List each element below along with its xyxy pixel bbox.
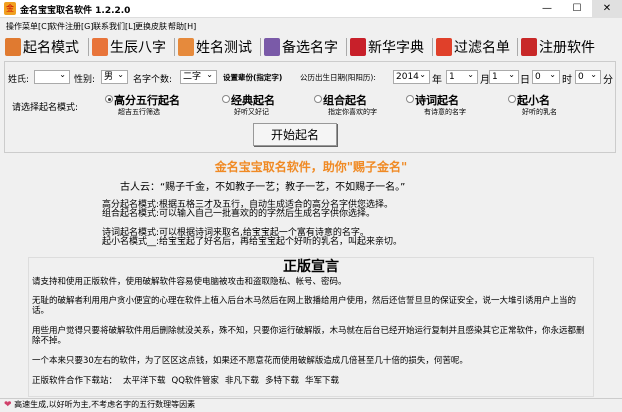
site-link[interactable]: 华军下载 <box>305 376 339 386</box>
toolbar-label: 过滤名单 <box>454 40 510 56</box>
site-link[interactable]: QQ软件管家 <box>172 376 219 386</box>
status-text: 高速生成,以好听为主,不考虑名字的五行数理等因素 <box>14 400 196 409</box>
minute-select[interactable]: 0 <box>575 69 601 84</box>
mode-label: 起小名 <box>517 94 550 107</box>
surname-select[interactable] <box>34 69 70 84</box>
count-label: 名字个数: <box>133 75 173 85</box>
year-select[interactable]: 2014 <box>393 69 430 84</box>
folder-icon <box>350 38 366 56</box>
birth-label: 公历出生日期(阳阳历): <box>300 73 376 82</box>
toolbar-label: 起名模式 <box>23 40 79 56</box>
toolbar-separator <box>432 38 433 56</box>
mode-subtitle: 指定你喜欢的字 <box>328 108 377 116</box>
generation-link[interactable]: 设置辈份(指定字) <box>223 72 282 83</box>
x-filter-icon <box>436 38 452 56</box>
headline: 金名宝宝取名软件，助你"赐子金名" <box>214 160 408 174</box>
toolbar-button-x-filter[interactable]: 过滤名单 <box>436 36 510 58</box>
toolbar-label: 姓名测试 <box>196 40 252 56</box>
minute-unit: 分 <box>603 75 613 86</box>
toolbar-separator <box>346 38 347 56</box>
declaration-paragraph: 用些用户觉得只要将破解软件用后删除就没关系，殊不知，只要你运行破解版，木马就在后… <box>32 326 585 346</box>
mode-label: 诗词起名 <box>415 94 459 107</box>
status-bar: ❤ 高速生成,以好听为主,不考虑名字的五行数理等因素 <box>0 398 622 412</box>
toolbar-label: 新华字典 <box>368 40 424 56</box>
count-select[interactable]: 二字 <box>180 69 217 84</box>
mode-label: 组合起名 <box>323 94 367 107</box>
declaration-title: 正版宣言 <box>283 259 339 275</box>
toolbar-separator <box>174 38 175 56</box>
clock-icon <box>92 38 108 56</box>
mode-label: 经典起名 <box>231 94 275 107</box>
radio-circle-icon[interactable] <box>314 95 322 103</box>
site-link[interactable]: 非凡下载 <box>225 376 259 386</box>
radio-circle-icon[interactable] <box>508 95 516 103</box>
day-unit: 日 <box>520 75 530 86</box>
site-link[interactable]: 多特下载 <box>265 376 299 386</box>
radio-circle-icon[interactable] <box>105 95 113 103</box>
description-combo: 组合起名模式:可以输入自己一批喜欢的的字然后生成名字供你选择。 <box>102 209 376 219</box>
mode-subtitle: 好听又好记 <box>234 108 269 116</box>
mode-subtitle: 好听的乳名 <box>522 108 557 116</box>
quote: 古人云：“赐子千金，不如教子一艺；教子一艺，不如赐子一名。” <box>120 182 406 193</box>
gender-label: 性别: <box>74 75 96 85</box>
menu-register[interactable]: 软件注册[G] <box>49 21 93 32</box>
surname-label: 姓氏: <box>8 75 30 85</box>
menu-contact[interactable]: 联系我们[L] <box>93 21 136 32</box>
close-button[interactable]: ✕ <box>592 0 622 18</box>
calendar-icon <box>264 38 280 56</box>
toolbar-button-lock[interactable]: 注册软件 <box>521 36 595 58</box>
site-link[interactable]: 太平洋下载 <box>123 376 166 386</box>
mode-radio[interactable]: 组合起名 <box>314 92 367 108</box>
mode-radio[interactable]: 诗词起名 <box>406 92 459 108</box>
menu-operate[interactable]: 操作菜单[C] <box>6 21 50 32</box>
description-nickname: 起小名模式__:给宝宝起了好名后，再给宝宝起个好听的乳名，叫起来亲切。 <box>102 237 403 247</box>
toolbar-separator <box>260 38 261 56</box>
mode-radio[interactable]: 起小名 <box>508 92 550 108</box>
minimize-button[interactable]: — <box>532 0 562 18</box>
app-logo-icon: 金 <box>4 2 16 15</box>
mode-label: 请选择起名模式: <box>12 103 79 113</box>
declaration-paragraph: 无耻的破解者利用用户贪小便宜的心理在软件上植入后台木马然后在网上散播给用户使用，… <box>32 296 577 316</box>
heart-icon: ❤ <box>4 400 12 410</box>
mode-subtitle: 有诗意的名字 <box>424 108 466 116</box>
menu-skin[interactable]: 更换皮肤 <box>135 21 167 32</box>
mode-subtitle: 超吉五行筛选 <box>118 108 160 116</box>
maximize-button[interactable]: ☐ <box>562 0 592 18</box>
toolbar-separator <box>517 38 518 56</box>
year-unit: 年 <box>432 75 442 86</box>
mode-radio[interactable]: 经典起名 <box>222 92 275 108</box>
toolbar-button-briefcase[interactable]: 起名模式 <box>5 36 79 58</box>
mode-label: 高分五行起名 <box>114 94 180 107</box>
toolbar-button-clock[interactable]: 生辰八字 <box>92 36 166 58</box>
lock-icon <box>521 38 537 56</box>
day-select[interactable]: 1 <box>489 69 519 84</box>
window-title: 金名宝宝取名软件 1.2.2.0 <box>20 6 131 16</box>
download-label: 正版软件合作下载站： <box>32 376 118 386</box>
month-select[interactable]: 1 <box>446 69 478 84</box>
gender-select[interactable]: 男 <box>101 69 128 84</box>
briefcase-icon <box>5 38 21 56</box>
hour-unit: 时 <box>562 75 572 86</box>
toolbar-button-folder[interactable]: 新华字典 <box>350 36 424 58</box>
toolbar-label: 注册软件 <box>539 40 595 56</box>
radio-circle-icon[interactable] <box>406 95 414 103</box>
title-bar: 金 金名宝宝取名软件 1.2.2.0 — ☐ ✕ <box>0 0 622 18</box>
declaration-paragraph: 请支持和使用正版软件，使用破解软件容易使电脑被攻击和盗取隐私、帐号、密码。 <box>32 277 347 287</box>
calculator-icon <box>178 38 194 56</box>
radio-circle-icon[interactable] <box>222 95 230 103</box>
menu-help[interactable]: 帮助[H] <box>168 21 196 32</box>
declaration-paragraph: 一个本来只要30左右的软件，为了区区这点钱，如果还不愿意花而使用破解版造成几倍甚… <box>32 356 468 366</box>
hour-select[interactable]: 0 <box>532 69 560 84</box>
start-naming-button[interactable]: 开始起名 <box>253 123 337 146</box>
toolbar-button-calendar[interactable]: 备选名字 <box>264 36 338 58</box>
toolbar-separator <box>88 38 89 56</box>
download-sites: 正版软件合作下载站： 太平洋下载 QQ软件管家 非凡下载 多特下载 华军下载 <box>32 376 588 386</box>
toolbar-button-calculator[interactable]: 姓名测试 <box>178 36 252 58</box>
mode-radio[interactable]: 高分五行起名 <box>105 92 180 108</box>
toolbar-label: 生辰八字 <box>110 40 166 56</box>
toolbar-label: 备选名字 <box>282 40 338 56</box>
